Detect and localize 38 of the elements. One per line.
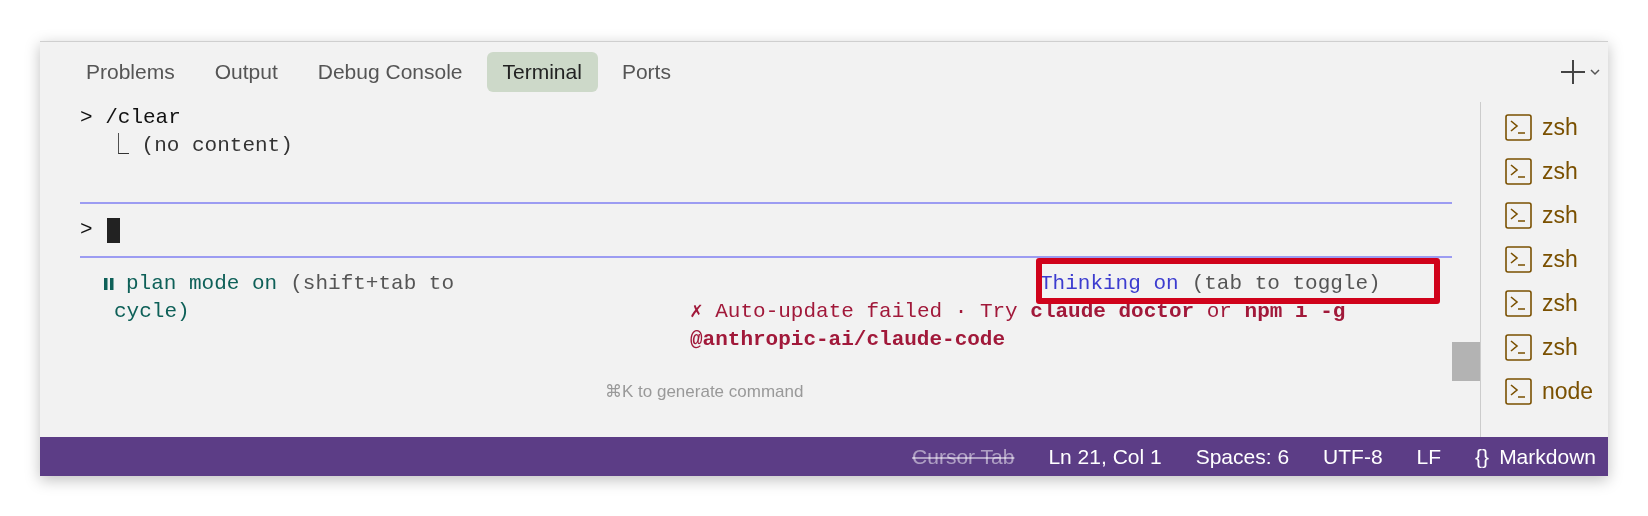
mode-hint: cycle): [114, 299, 190, 325]
terminal-item[interactable]: zsh: [1505, 244, 1608, 274]
chevron-down-icon[interactable]: [1590, 68, 1600, 76]
terminal-item[interactable]: zsh: [1505, 200, 1608, 230]
panel-tab[interactable]: Problems: [70, 52, 191, 92]
status-item[interactable]: Ln 21, Col 1: [1048, 440, 1162, 473]
status-item[interactable]: {} Markdown: [1475, 440, 1596, 473]
terminal-icon: [1505, 201, 1532, 229]
mode-hint: (shift+tab to: [290, 271, 455, 297]
panel-tab[interactable]: Terminal: [486, 52, 598, 92]
command-line: > /clear: [80, 105, 182, 131]
prompt: >: [80, 217, 93, 243]
command-hint: ⌘K to generate command: [605, 381, 804, 403]
terminal-icon: [1505, 245, 1532, 273]
terminal-icon: [1505, 113, 1532, 141]
panel-tab[interactable]: Output: [198, 52, 294, 92]
terminal-icon: [1505, 157, 1532, 185]
status-item[interactable]: LF: [1416, 440, 1442, 473]
command-output: ⎿ (no content): [107, 132, 294, 159]
scrollbar-thumb[interactable]: [1452, 342, 1480, 381]
terminal-item[interactable]: zsh: [1505, 288, 1608, 318]
pause-icon: [104, 278, 114, 290]
terminal-icon: [1505, 333, 1532, 361]
terminal-item[interactable]: zsh: [1505, 332, 1608, 362]
terminal-icon: [1505, 377, 1532, 405]
terminal-item[interactable]: zsh: [1505, 156, 1608, 186]
thinking-hint: (tab to toggle): [1191, 271, 1381, 297]
terminal-item[interactable]: node: [1505, 376, 1608, 406]
terminal-item[interactable]: zsh: [1505, 112, 1608, 142]
plus-icon[interactable]: [1560, 59, 1586, 85]
thinking-label: Thinking on: [1040, 271, 1179, 297]
mode-label: plan mode on: [126, 271, 278, 297]
terminal-icon: [1505, 289, 1532, 317]
panel-tab[interactable]: Ports: [605, 52, 687, 92]
status-item[interactable]: UTF-8: [1323, 440, 1383, 473]
text-cursor: [106, 217, 120, 243]
panel-tab[interactable]: Debug Console: [301, 52, 479, 92]
status-item[interactable]: Spaces: 6: [1195, 440, 1290, 473]
